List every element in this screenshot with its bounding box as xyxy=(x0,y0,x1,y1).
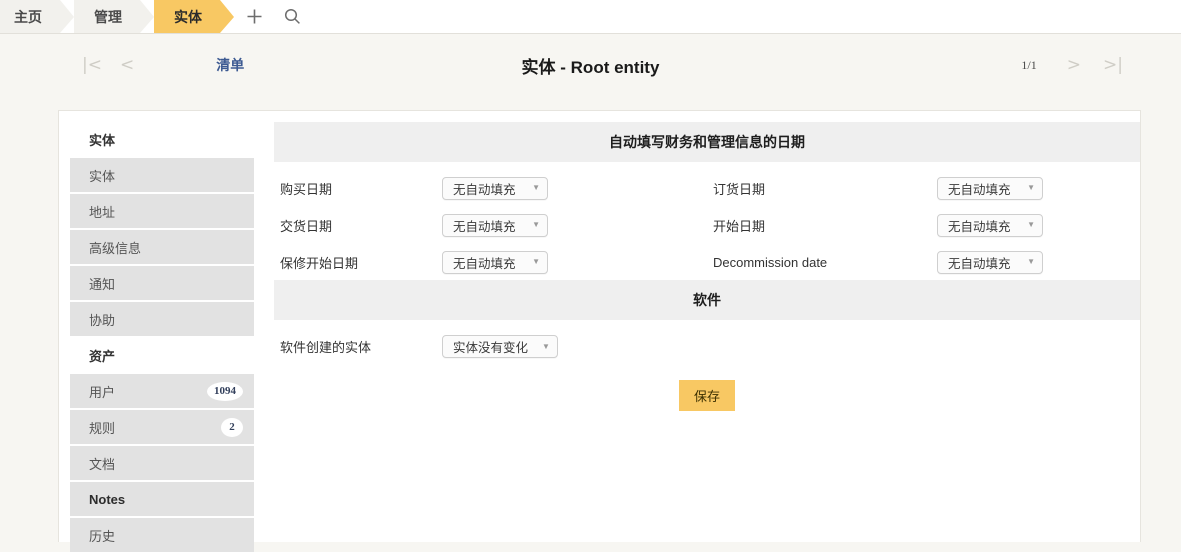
next-record-icon[interactable]: > xyxy=(1067,56,1081,74)
sidebar-item-documents[interactable]: 文档 xyxy=(70,446,254,480)
chevron-down-icon: ▼ xyxy=(532,257,540,266)
previous-record-icon[interactable]: < xyxy=(120,56,134,74)
sidebar-item-label: 地址 xyxy=(89,204,116,220)
breadcrumb-item-entity[interactable]: 实体 xyxy=(154,0,234,33)
section-title: 自动填写财务和管理信息的日期 xyxy=(609,134,805,150)
page-title: 实体 - Root entity xyxy=(521,57,660,77)
field-decommission-date: Decommission date 无自动填充 ▼ xyxy=(707,250,1140,274)
sidebar-item-label: 实体 xyxy=(89,132,116,148)
sidebar-badge-users: 1094 xyxy=(207,381,243,401)
dates-right-column: 订货日期 无自动填充 ▼ 开始日期 无自动填充 ▼ Decommission d… xyxy=(707,176,1140,274)
sidebar-item-label: 规则 xyxy=(89,420,116,436)
search-icon[interactable] xyxy=(282,7,302,27)
sidebar-item-notifications[interactable]: 通知 xyxy=(70,266,254,300)
sidebar-item-entity[interactable]: 实体 xyxy=(70,158,254,192)
dropdown-value: 无自动填充 xyxy=(948,256,1011,271)
software-section-header: 软件 xyxy=(274,280,1140,320)
sidebar: 实体 实体 地址 高级信息 通知 协助 资产 用户 1094 规则 2 文档 N… xyxy=(59,111,264,552)
order-date-dropdown[interactable]: 无自动填充 ▼ xyxy=(937,176,1043,200)
sidebar-item-label: 协助 xyxy=(89,312,116,328)
sidebar-section-entity: 实体 xyxy=(70,122,254,156)
sidebar-item-users[interactable]: 用户 1094 xyxy=(70,374,254,408)
field-label: 交货日期 xyxy=(280,218,333,234)
sidebar-section-assets: 资产 xyxy=(70,338,254,372)
breadcrumb-label: 管理 xyxy=(94,8,122,25)
dropdown-value: 无自动填充 xyxy=(948,219,1011,234)
record-nav-previous-group: |< < xyxy=(82,56,134,74)
field-label: 订货日期 xyxy=(713,181,766,197)
dates-section-header: 自动填写财务和管理信息的日期 xyxy=(274,122,1140,162)
breadcrumb-label: 主页 xyxy=(14,8,42,25)
field-delivery-date: 交货日期 无自动填充 ▼ xyxy=(274,213,707,237)
list-link[interactable]: 清单 xyxy=(216,55,244,75)
delivery-date-dropdown[interactable]: 无自动填充 ▼ xyxy=(442,213,548,237)
field-label: 开始日期 xyxy=(713,218,766,234)
field-label: 软件创建的实体 xyxy=(280,340,372,355)
record-pager: 1/1 > >| xyxy=(1021,56,1123,74)
first-record-icon[interactable]: |< xyxy=(82,56,102,74)
sidebar-item-label: 资产 xyxy=(89,348,116,364)
dropdown-value: 实体没有变化 xyxy=(453,341,529,355)
purchase-date-dropdown[interactable]: 无自动填充 ▼ xyxy=(442,176,548,200)
record-nav-next-group: > >| xyxy=(1067,56,1123,74)
chevron-down-icon: ▼ xyxy=(532,183,540,192)
chevron-down-icon: ▼ xyxy=(1027,257,1035,266)
chevron-down-icon: ▼ xyxy=(1027,183,1035,192)
field-label: Decommission date xyxy=(713,254,828,270)
sidebar-item-label: 文档 xyxy=(89,456,116,472)
start-date-dropdown[interactable]: 无自动填充 ▼ xyxy=(937,213,1043,237)
field-software-created-entity: 软件创建的实体 实体没有变化 ▼ xyxy=(274,322,1140,358)
sidebar-item-advanced-info[interactable]: 高级信息 xyxy=(70,230,254,264)
warranty-start-date-dropdown[interactable]: 无自动填充 ▼ xyxy=(442,250,548,274)
breadcrumb-item-management[interactable]: 管理 xyxy=(74,0,154,33)
breadcrumb-item-home[interactable]: 主页 xyxy=(0,0,74,33)
dates-left-column: 购买日期 无自动填充 ▼ 交货日期 无自动填充 ▼ 保修开始日期 无自动填充 ▼ xyxy=(274,176,707,274)
sidebar-item-notes[interactable]: Notes xyxy=(70,482,254,516)
field-label: 保修开始日期 xyxy=(280,255,359,271)
plus-icon[interactable] xyxy=(244,7,264,27)
software-created-entity-dropdown[interactable]: 实体没有变化 ▼ xyxy=(442,335,558,358)
save-button-container: 保存 xyxy=(274,380,1140,411)
chevron-down-icon: ▼ xyxy=(542,341,550,351)
field-warranty-start-date: 保修开始日期 无自动填充 ▼ xyxy=(274,250,707,274)
record-header-bar: |< < 清单 实体 - Root entity 1/1 > >| xyxy=(0,34,1181,96)
topbar-actions xyxy=(244,0,302,33)
sidebar-item-label: 用户 xyxy=(89,384,116,400)
section-title: 软件 xyxy=(693,292,721,308)
top-breadcrumb-bar: 主页 管理 实体 xyxy=(0,0,1181,34)
page-indicator: 1/1 xyxy=(1021,57,1037,72)
sidebar-item-label: 通知 xyxy=(89,276,116,292)
sidebar-item-address[interactable]: 地址 xyxy=(70,194,254,228)
breadcrumb-label: 实体 xyxy=(174,8,202,25)
sidebar-item-label: Notes xyxy=(89,491,126,507)
save-button[interactable]: 保存 xyxy=(678,380,735,411)
sidebar-item-history[interactable]: 历史 xyxy=(70,518,254,552)
field-order-date: 订货日期 无自动填充 ▼ xyxy=(707,176,1140,200)
dropdown-value: 无自动填充 xyxy=(948,182,1011,197)
sidebar-item-label: 高级信息 xyxy=(89,240,142,256)
sidebar-badge-rules: 2 xyxy=(221,417,243,437)
dates-field-grid: 购买日期 无自动填充 ▼ 交货日期 无自动填充 ▼ 保修开始日期 无自动填充 ▼… xyxy=(274,164,1140,280)
content-panel: 实体 实体 地址 高级信息 通知 协助 资产 用户 1094 规则 2 文档 N… xyxy=(58,110,1141,552)
last-record-icon[interactable]: >| xyxy=(1103,56,1123,74)
sidebar-item-rules[interactable]: 规则 2 xyxy=(70,410,254,444)
field-purchase-date: 购买日期 无自动填充 ▼ xyxy=(274,176,707,200)
chevron-down-icon: ▼ xyxy=(1027,220,1035,229)
dropdown-value: 无自动填充 xyxy=(453,182,516,197)
chevron-down-icon: ▼ xyxy=(532,220,540,229)
decommission-date-dropdown[interactable]: 无自动填充 ▼ xyxy=(937,250,1043,274)
dropdown-value: 无自动填充 xyxy=(453,219,516,234)
sidebar-item-label: 实体 xyxy=(89,168,116,184)
form-content: 自动填写财务和管理信息的日期 购买日期 无自动填充 ▼ 交货日期 无自动填充 ▼ xyxy=(264,111,1140,542)
field-label: 购买日期 xyxy=(280,181,333,197)
dropdown-value: 无自动填充 xyxy=(453,256,516,271)
field-start-date: 开始日期 无自动填充 ▼ xyxy=(707,213,1140,237)
sidebar-item-assistance[interactable]: 协助 xyxy=(70,302,254,336)
